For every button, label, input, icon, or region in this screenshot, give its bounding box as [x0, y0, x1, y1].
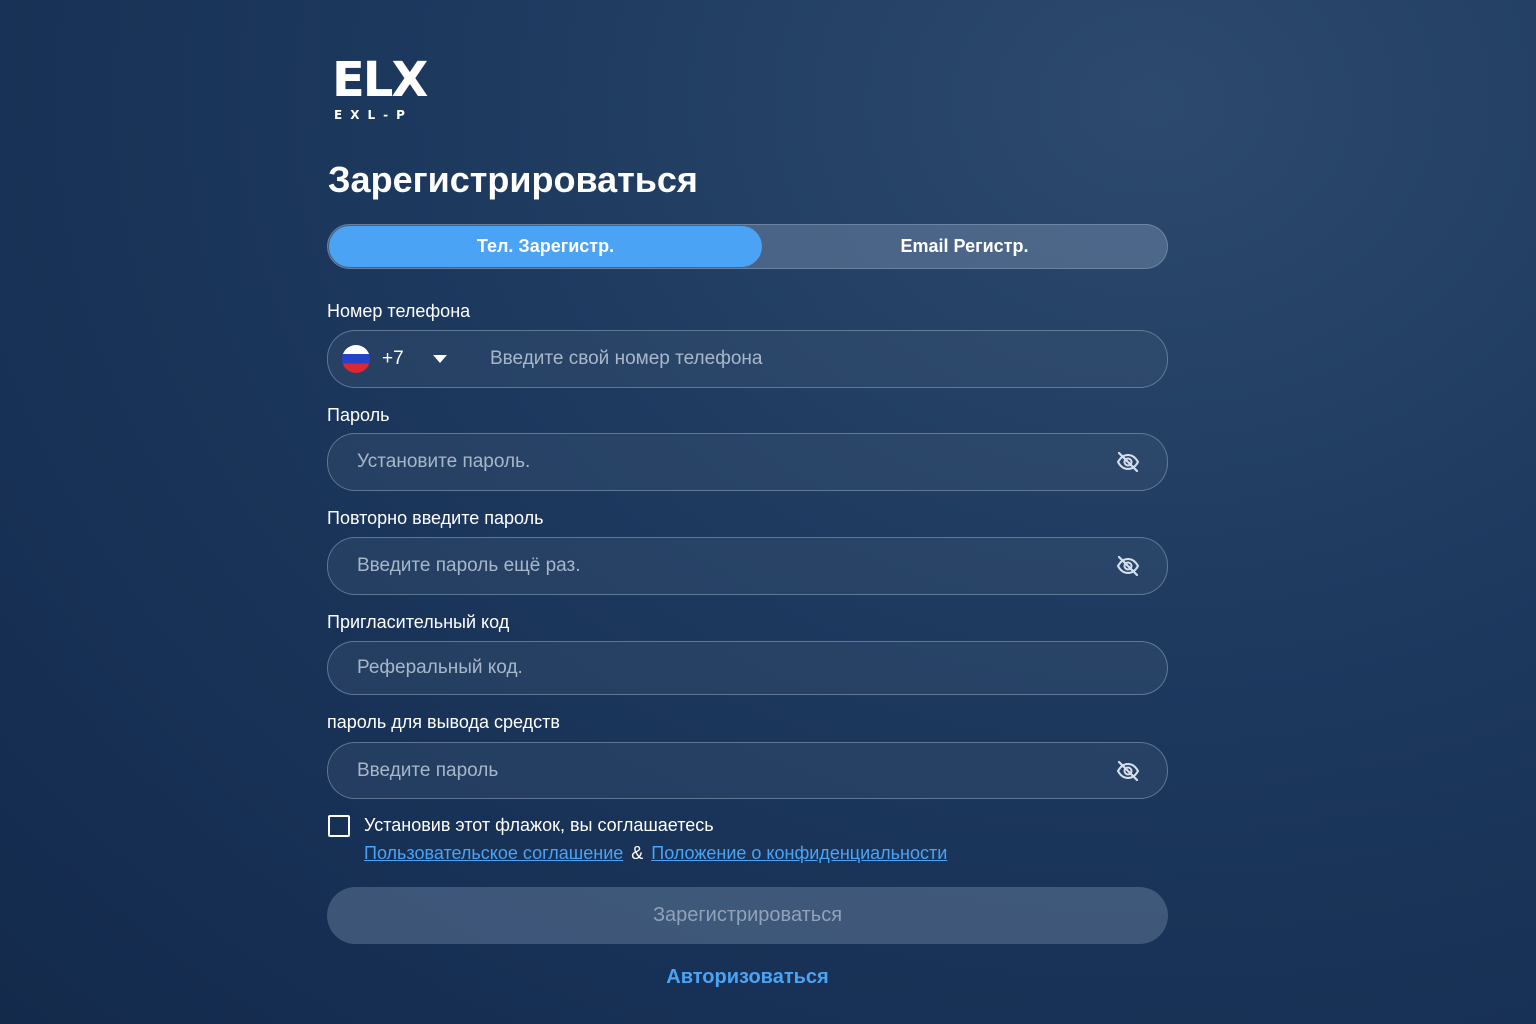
- password-repeat-field: [327, 537, 1168, 595]
- agreement-links: Пользовательское соглашение & Положение о …: [364, 842, 947, 864]
- tab-email-registration[interactable]: Email Регистр.: [762, 226, 1167, 267]
- user-agreement-link[interactable]: Пользовательское соглашение: [364, 843, 623, 863]
- login-link[interactable]: Авторизоваться: [327, 966, 1168, 989]
- eye-off-icon[interactable]: [1115, 450, 1141, 474]
- phone-label: Номер телефона: [327, 301, 471, 321]
- ampersand: &: [631, 843, 644, 863]
- chevron-down-icon[interactable]: [433, 355, 447, 363]
- logo-mark: ELX: [332, 52, 428, 108]
- eye-off-icon[interactable]: [1115, 759, 1141, 783]
- phone-input[interactable]: [490, 331, 1130, 387]
- password-repeat-input[interactable]: [357, 538, 1097, 594]
- invite-code-input[interactable]: [357, 642, 1137, 694]
- russia-flag-icon: [342, 345, 370, 373]
- password-input[interactable]: [357, 434, 1097, 490]
- logo: ELX EXL-P: [332, 56, 428, 126]
- logo-subtitle: EXL-P: [334, 108, 413, 122]
- invite-code-label: Пригласительный код: [327, 612, 510, 632]
- password-label: Пароль: [327, 405, 390, 425]
- register-button[interactable]: Зарегистрироваться: [327, 887, 1168, 944]
- eye-off-icon[interactable]: [1115, 554, 1141, 578]
- agreement-text: Установив этот флажок, вы соглашаетесь: [364, 815, 714, 835]
- page-title: Зарегистрироваться: [328, 159, 698, 200]
- invite-code-field: [327, 641, 1168, 695]
- registration-tabs: Тел. Зарегистр. Email Регистр.: [327, 224, 1168, 269]
- agreement-checkbox[interactable]: [328, 815, 350, 837]
- country-code-select[interactable]: +7: [328, 331, 458, 387]
- withdraw-password-label: пароль для вывода средств: [327, 712, 560, 732]
- privacy-policy-link[interactable]: Положение о конфиденциальности: [651, 843, 947, 863]
- password-repeat-label: Повторно введите пароль: [327, 508, 544, 528]
- tab-phone-registration[interactable]: Тел. Зарегистр.: [329, 226, 762, 267]
- withdraw-password-field: [327, 742, 1168, 799]
- withdraw-password-input[interactable]: [357, 743, 1097, 798]
- password-field: [327, 433, 1168, 491]
- phone-field: +7: [327, 330, 1168, 388]
- country-code: +7: [382, 348, 404, 369]
